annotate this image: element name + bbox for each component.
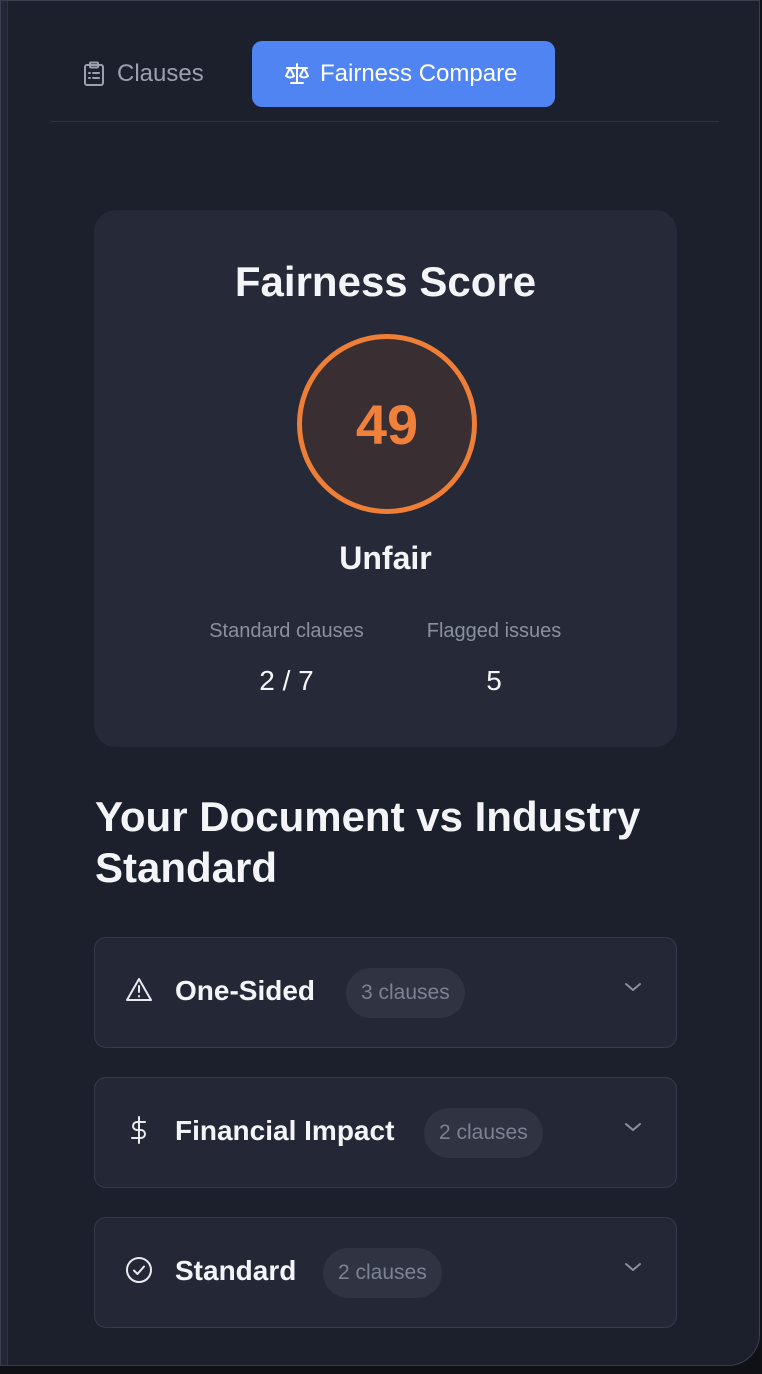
score-verdict: Unfair [339, 540, 432, 576]
chevron-down-icon[interactable] [622, 1116, 644, 1138]
tab-fairness-compare-label: Fairness Compare [320, 60, 518, 87]
comparison-heading: Your Document vs Industry Standard [95, 793, 641, 891]
stat-label: Standard clauses [209, 620, 364, 642]
stat-flagged-issues: Flagged issues 5 [414, 620, 574, 697]
clause-count-badge: 2 clauses [323, 1248, 442, 1298]
tab-clauses-label: Clauses [117, 60, 204, 87]
scale-icon [284, 61, 310, 87]
category-label: Financial Impact [175, 1115, 395, 1146]
category-one-sided[interactable]: One-Sided 3 clauses [94, 937, 677, 1048]
category-financial-impact[interactable]: Financial Impact 2 clauses [94, 1077, 677, 1188]
chevron-down-icon[interactable] [622, 976, 644, 998]
category-standard[interactable]: Standard 2 clauses [94, 1217, 677, 1328]
clause-count-badge: 2 clauses [424, 1108, 543, 1158]
fairness-panel: Clauses Fairness Compare Fairness Score … [0, 0, 760, 1366]
clipboard-list-icon [81, 61, 107, 87]
score-card-title: Fairness Score [234, 258, 537, 305]
tab-clauses[interactable]: Clauses [81, 41, 251, 107]
tab-fairness-compare[interactable]: Fairness Compare [252, 41, 555, 107]
score-ring: 49 [297, 334, 477, 514]
category-label: One-Sided [175, 975, 316, 1006]
stat-value: 5 [486, 665, 502, 696]
panel-edge [1, 1, 8, 1365]
warning-triangle-icon [125, 976, 153, 1004]
tab-bar: Clauses Fairness Compare [51, 41, 719, 122]
dollar-icon [125, 1116, 153, 1144]
stat-label: Flagged issues [426, 620, 562, 642]
chevron-down-icon[interactable] [622, 1256, 644, 1278]
category-label: Standard [175, 1255, 297, 1286]
fairness-score-card: Fairness Score 49 Unfair Standard clause… [94, 210, 677, 747]
clause-count-badge: 3 clauses [346, 968, 465, 1018]
stat-value: 2 / 7 [259, 665, 314, 696]
check-circle-icon [125, 1256, 153, 1284]
stat-standard-clauses: Standard clauses 2 / 7 [194, 620, 379, 697]
score-value: 49 [355, 392, 419, 456]
